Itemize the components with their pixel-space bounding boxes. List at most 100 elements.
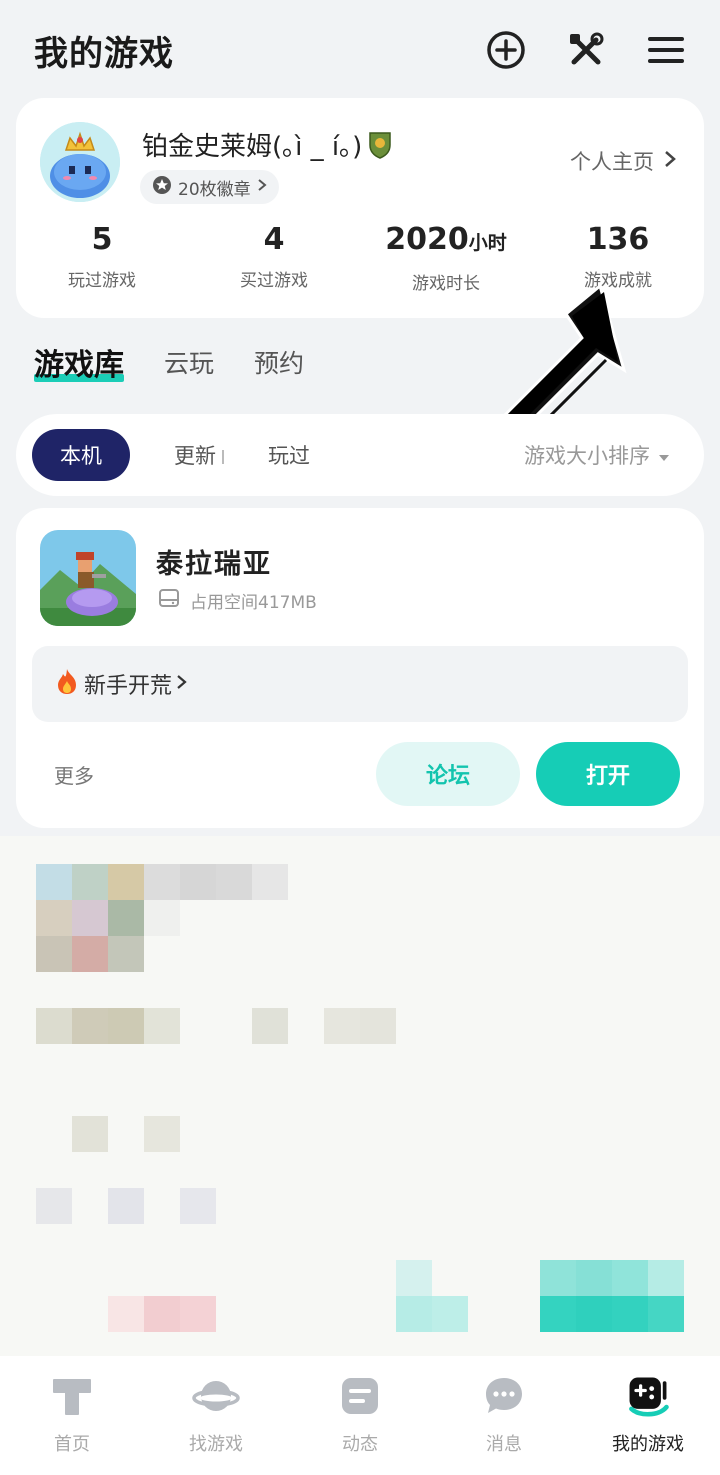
starter-guide-link[interactable]: 新手开荒 [32, 646, 688, 722]
filter-chip-local[interactable]: 本机 [32, 429, 130, 481]
mosaic-tile [180, 864, 216, 900]
stat-played-games[interactable]: 5 玩过游戏 [16, 220, 188, 294]
shield-badge-icon [368, 131, 392, 159]
menu-icon[interactable] [646, 30, 686, 70]
game-card: 泰拉瑞亚 占用空间417MB 新手开荒 更多 论坛 打开 [16, 508, 704, 828]
mosaic-tile [108, 1188, 144, 1224]
mosaic-tile [396, 1260, 432, 1296]
mosaic-tile [612, 1296, 648, 1332]
nav-messages[interactable]: 消息 [432, 1356, 576, 1475]
stat-value: 5 [91, 222, 113, 257]
gamepad-icon [624, 1372, 672, 1420]
mosaic-tile [540, 1296, 576, 1332]
mosaic-tile [216, 864, 252, 900]
nav-label: 动态 [342, 1434, 378, 1455]
medal-icon [152, 175, 172, 200]
mosaic-tile [144, 1116, 180, 1152]
mosaic-tile [576, 1296, 612, 1332]
stat-label: 买过游戏 [240, 271, 308, 291]
mosaic-tile [108, 864, 144, 900]
homepage-label: 个人主页 [570, 150, 654, 174]
top-header: 我的游戏 [0, 0, 720, 100]
game-storage: 占用空间417MB [158, 588, 317, 613]
mosaic-tile [36, 864, 72, 900]
storage-text: 占用空间417MB [190, 593, 317, 613]
mosaic-tile [576, 1260, 612, 1296]
nav-label: 首页 [54, 1434, 90, 1455]
mosaic-tile [324, 1008, 360, 1044]
badges-pill[interactable]: 20枚徽章 [140, 170, 279, 204]
tab-game-library[interactable]: 游戏库 [34, 340, 124, 384]
mosaic-tile [72, 1008, 108, 1044]
stat-unit: 小时 [468, 232, 507, 254]
mosaic-tile [36, 900, 72, 936]
stat-bought-games[interactable]: 4 买过游戏 [188, 220, 360, 294]
nav-feed[interactable]: 动态 [288, 1356, 432, 1475]
sort-label: 游戏大小排序 [524, 444, 650, 468]
filter-chip-played[interactable]: 玩过 [268, 440, 310, 470]
add-circle-icon[interactable] [486, 30, 526, 70]
fire-icon [54, 667, 80, 701]
tab-cloud-play[interactable]: 云玩 [164, 344, 214, 384]
nav-label: 我的游戏 [612, 1434, 684, 1455]
personal-homepage-link[interactable]: 个人主页 [570, 146, 676, 176]
pixelated-content [0, 836, 720, 1356]
mosaic-tile [108, 936, 144, 972]
mosaic-tile [72, 900, 108, 936]
nav-label: 消息 [486, 1434, 522, 1455]
mosaic-tile [180, 1296, 216, 1332]
mosaic-tile [396, 1296, 432, 1332]
planet-icon [192, 1372, 240, 1420]
mosaic-tile [180, 1188, 216, 1224]
mosaic-tile [252, 1008, 288, 1044]
tab-reservations[interactable]: 预约 [254, 344, 304, 384]
home-t-icon [48, 1372, 96, 1420]
divider [222, 450, 224, 464]
nav-label: 找游戏 [189, 1434, 243, 1455]
sort-dropdown[interactable]: 游戏大小排序 [524, 440, 670, 470]
chat-icon [480, 1372, 528, 1420]
filter-bar: 本机 更新 玩过 游戏大小排序 [16, 414, 704, 496]
forum-button[interactable]: 论坛 [376, 742, 520, 806]
nav-my-games[interactable]: 我的游戏 [576, 1356, 720, 1475]
mosaic-tile [540, 1260, 576, 1296]
stat-label: 玩过游戏 [68, 271, 136, 291]
mosaic-tile [72, 936, 108, 972]
chevron-right-icon [257, 177, 267, 197]
mosaic-tile [432, 1296, 468, 1332]
library-tabs: 游戏库 云玩 预约 [34, 340, 304, 384]
mosaic-tile [144, 1008, 180, 1044]
mosaic-tile [144, 864, 180, 900]
mosaic-tile [360, 1008, 396, 1044]
chip-label: 更新 [174, 444, 216, 468]
mosaic-tile [36, 936, 72, 972]
game-icon[interactable] [40, 530, 136, 626]
chevron-right-icon [664, 149, 676, 173]
open-game-button[interactable]: 打开 [536, 742, 680, 806]
caret-down-icon [658, 443, 670, 467]
avatar[interactable] [40, 122, 120, 202]
nav-find-games[interactable]: 找游戏 [144, 1356, 288, 1475]
mosaic-tile [612, 1260, 648, 1296]
mosaic-tile [72, 1116, 108, 1152]
filter-chip-updates[interactable]: 更新 [174, 440, 224, 470]
header-actions [486, 30, 686, 70]
mosaic-tile [648, 1260, 684, 1296]
starter-label: 新手开荒 [84, 674, 173, 699]
storage-icon [158, 588, 180, 613]
mosaic-tile [144, 900, 180, 936]
badges-count: 20枚徽章 [178, 179, 251, 200]
nav-home[interactable]: 首页 [0, 1356, 144, 1475]
username[interactable]: 铂金史莱姆(｡ì _ í｡) [142, 126, 392, 163]
stat-value: 4 [263, 222, 285, 257]
bottom-navigation: 首页 找游戏 动态 消息 我的游戏 [0, 1356, 720, 1475]
mosaic-tile [108, 1008, 144, 1044]
tools-icon[interactable] [566, 30, 606, 70]
mosaic-tile [72, 864, 108, 900]
stat-value: 136 [586, 222, 650, 257]
more-button[interactable]: 更多 [54, 760, 94, 789]
mosaic-tile [252, 864, 288, 900]
game-title[interactable]: 泰拉瑞亚 [156, 542, 272, 581]
feed-icon [336, 1372, 384, 1420]
page-title: 我的游戏 [34, 33, 174, 74]
